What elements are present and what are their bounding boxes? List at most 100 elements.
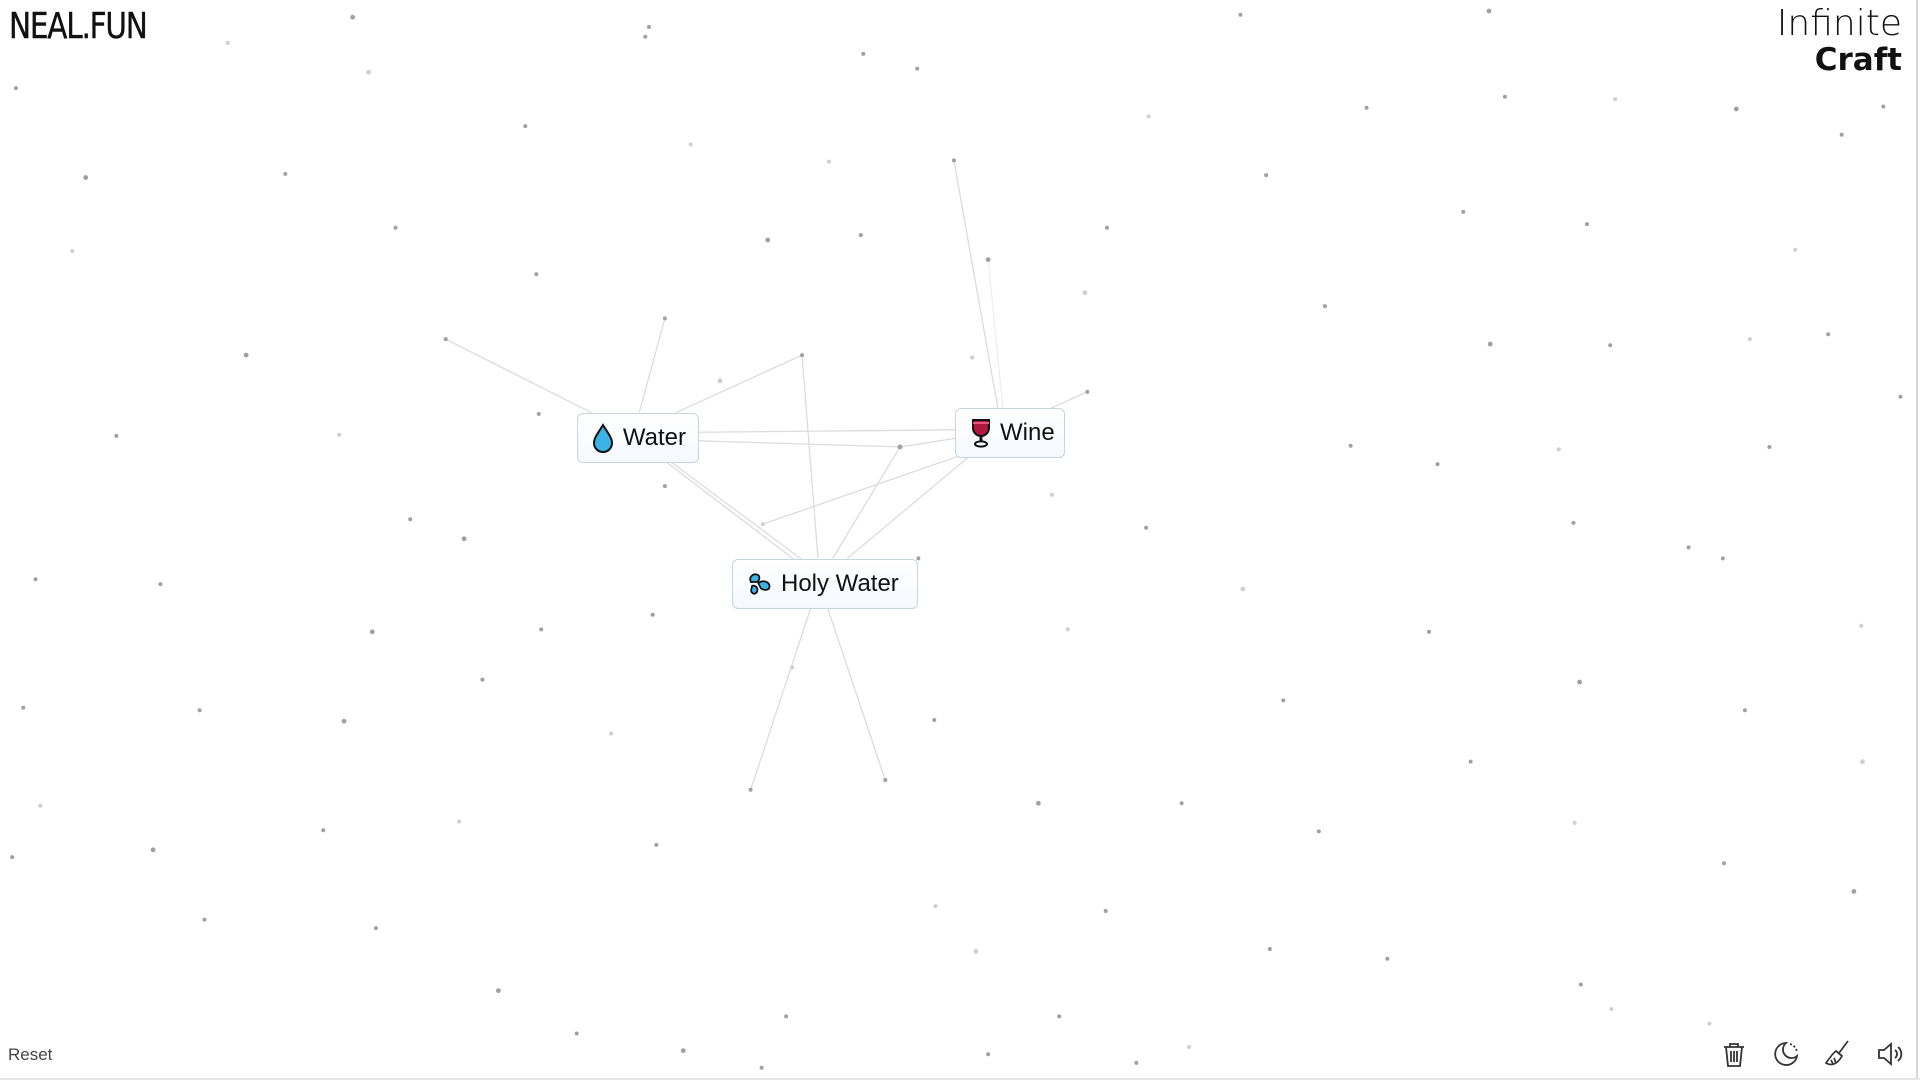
background-dot xyxy=(1572,820,1577,825)
background-dot xyxy=(366,69,371,75)
background-dot xyxy=(985,257,991,262)
background-dot xyxy=(1571,520,1576,525)
background-dot xyxy=(1898,394,1903,399)
background-dot xyxy=(1881,104,1886,109)
background-dot xyxy=(523,124,528,129)
app-title: Infinite Craft xyxy=(1777,6,1902,76)
background-dot xyxy=(1487,341,1493,347)
background-dot xyxy=(1385,956,1390,961)
background-dot xyxy=(1082,290,1088,296)
background-dot xyxy=(1264,173,1269,178)
background-dot xyxy=(574,1031,579,1036)
background-dot xyxy=(1613,97,1618,102)
background-dot xyxy=(10,855,15,860)
background-dot xyxy=(970,355,975,360)
background-dot xyxy=(1186,1044,1191,1049)
item-label: Wine xyxy=(1000,419,1055,446)
connection-line xyxy=(666,462,797,562)
background-dot xyxy=(495,988,501,994)
background-dot xyxy=(1707,1021,1712,1026)
background-dot xyxy=(534,272,539,277)
background-dot xyxy=(461,536,467,542)
toolbar xyxy=(1718,1038,1906,1070)
background-dot xyxy=(408,517,413,522)
background-dot xyxy=(662,484,667,489)
background-dot xyxy=(915,66,920,71)
background-dot xyxy=(1348,443,1353,448)
sound-button[interactable] xyxy=(1874,1038,1906,1070)
background-dot xyxy=(759,1065,764,1070)
background-dot xyxy=(1240,586,1246,592)
reset-button[interactable]: Reset xyxy=(8,1045,52,1065)
background-dot xyxy=(1049,492,1054,497)
background-dot xyxy=(1851,889,1857,894)
background-dot xyxy=(1502,94,1507,99)
background-dot xyxy=(973,949,979,954)
background-dot xyxy=(826,159,831,164)
background-dot xyxy=(1085,389,1090,394)
background-dot xyxy=(536,411,541,416)
background-dot xyxy=(1104,225,1109,230)
background-dot xyxy=(717,378,723,384)
background-dot xyxy=(1057,1014,1062,1019)
background-dot xyxy=(197,708,202,713)
crafting-canvas[interactable] xyxy=(0,0,1916,1078)
background-dot xyxy=(1179,801,1184,806)
background-dot xyxy=(350,14,356,20)
connection-line xyxy=(827,608,886,781)
item-wine[interactable]: Wine xyxy=(955,408,1065,458)
background-dot xyxy=(646,24,651,29)
connection-line xyxy=(846,457,968,559)
background-dot xyxy=(457,819,462,824)
background-dot xyxy=(70,249,75,254)
item-holy-water[interactable]: Holy Water xyxy=(732,559,918,609)
site-logo[interactable]: NEAL.FUN xyxy=(9,6,148,47)
item-label: Holy Water xyxy=(781,570,899,597)
background-dot xyxy=(986,1052,991,1057)
dark-mode-button[interactable] xyxy=(1770,1038,1802,1070)
connection-line xyxy=(675,354,803,414)
wine-glass-icon xyxy=(970,418,992,448)
background-dot xyxy=(1461,209,1466,214)
background-dot xyxy=(393,225,398,230)
background-dot xyxy=(1316,829,1321,834)
background-dot xyxy=(1035,800,1041,806)
background-dot xyxy=(1556,447,1561,452)
connection-line xyxy=(987,259,1004,410)
background-dot xyxy=(1859,623,1864,628)
background-dot xyxy=(38,803,43,808)
background-dot xyxy=(1065,627,1070,632)
background-dot xyxy=(933,904,938,909)
speaker-icon xyxy=(1878,1042,1903,1066)
background-dot xyxy=(1733,106,1739,112)
connection-line xyxy=(801,355,819,559)
background-dot xyxy=(1584,222,1589,227)
background-dot xyxy=(369,629,375,635)
background-dot xyxy=(650,612,655,617)
connection-line xyxy=(671,462,803,561)
background-dot xyxy=(765,237,771,243)
background-dot xyxy=(1146,114,1151,119)
background-dot xyxy=(654,842,659,847)
background-dot xyxy=(1144,525,1149,530)
background-dot xyxy=(33,577,38,582)
background-dot xyxy=(1486,8,1492,14)
background-dot xyxy=(480,677,485,682)
background-dot xyxy=(1742,708,1747,713)
background-dot xyxy=(373,926,378,931)
background-dot xyxy=(1686,545,1691,550)
clear-canvas-button[interactable] xyxy=(1718,1038,1750,1070)
background-dot xyxy=(243,352,249,358)
cleanup-button[interactable] xyxy=(1822,1038,1854,1070)
background-dot xyxy=(1577,679,1583,685)
connection-line xyxy=(1049,391,1088,410)
trash-icon xyxy=(1724,1043,1744,1067)
background-dot xyxy=(13,86,18,91)
background-dot xyxy=(1426,629,1431,634)
background-dot xyxy=(1793,247,1798,252)
sidebar-divider xyxy=(1916,0,1918,1080)
background-dot xyxy=(1722,861,1727,866)
background-dot xyxy=(341,718,347,724)
background-dot xyxy=(688,142,693,147)
item-water[interactable]: Water xyxy=(577,413,699,463)
